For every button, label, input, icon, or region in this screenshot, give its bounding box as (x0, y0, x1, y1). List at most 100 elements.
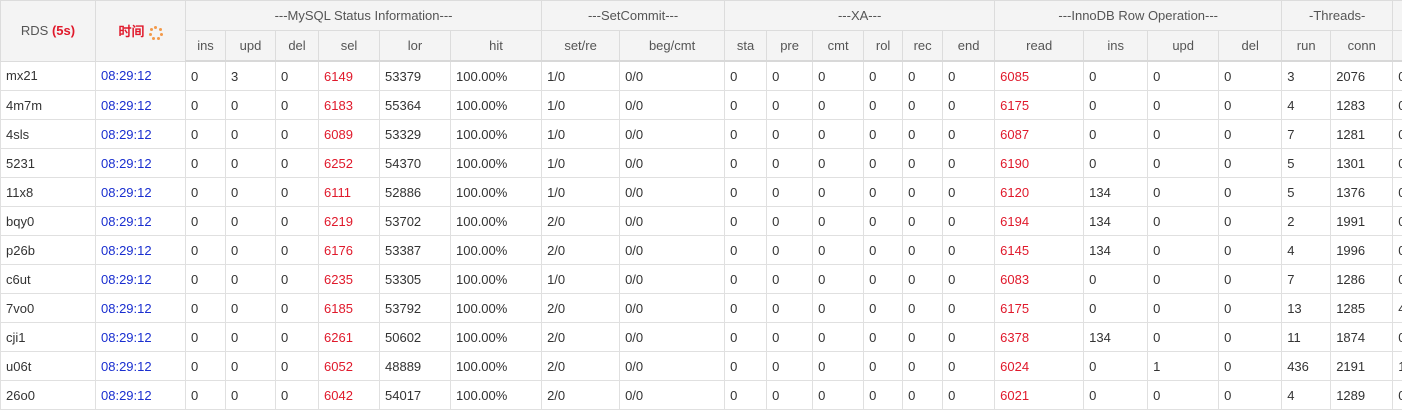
cell-lor: 53792 (379, 293, 451, 323)
cell-sta: 0 (724, 235, 768, 265)
cell-end: 0 (942, 90, 996, 120)
cell-rec: 0 (902, 380, 944, 410)
cell-ins: 0 (185, 235, 226, 265)
group-xa: ---XA--- (724, 0, 996, 31)
cell-hit: 100.00% (449, 90, 543, 120)
cell-set-re: 1/0 (541, 60, 621, 91)
cell-pre: 0 (766, 206, 814, 236)
cell-lor: 50602 (379, 322, 451, 352)
cell-ins: 0 (185, 177, 226, 207)
cell-rec: 0 (902, 264, 944, 294)
cell-truncated: 0 (1392, 235, 1402, 265)
cell-truncated: 0 (1392, 206, 1402, 236)
cell-read: 6378 (994, 322, 1085, 352)
refresh-interval[interactable]: (5s) (52, 23, 75, 38)
cell-del: 0 (1218, 351, 1283, 381)
cell-upd: 0 (1147, 235, 1220, 265)
cell-conn: 1301 (1330, 148, 1394, 178)
cell-pre: 0 (766, 264, 814, 294)
cell-beg-cmt: 0/0 (619, 264, 726, 294)
cell-run: 436 (1281, 351, 1332, 381)
cell-upd: 0 (1147, 60, 1220, 91)
column-header-upd: upd (225, 30, 276, 62)
cell-del: 0 (275, 380, 319, 410)
cell-cmt: 0 (812, 177, 865, 207)
column-header-sta: sta (724, 30, 768, 62)
cell-cmt: 0 (812, 351, 865, 381)
cell-beg-cmt: 0/0 (619, 119, 726, 149)
cell-upd: 0 (225, 351, 276, 381)
cell-ins: 0 (185, 322, 226, 352)
cell-sta: 0 (724, 351, 768, 381)
cell-end: 0 (942, 351, 996, 381)
cell-sta: 0 (724, 293, 768, 323)
rds-instance: cji1 (0, 322, 96, 352)
cell-sel: 6252 (318, 148, 380, 178)
cell-run: 13 (1281, 293, 1332, 323)
cell-pre: 0 (766, 235, 814, 265)
cell-ins: 0 (185, 293, 226, 323)
cell-lor: 55364 (379, 90, 451, 120)
cell-del: 0 (1218, 380, 1283, 410)
table-row: 7vo0 08:29:12 0 0 0 6185 53792 100.00% 2/0 0/0 0 0 0… (0, 293, 1402, 323)
cell-rol: 0 (863, 119, 904, 149)
cell-run: 3 (1281, 60, 1332, 91)
cell-pre: 0 (766, 380, 814, 410)
cell-sta: 0 (724, 322, 768, 352)
cell-hit: 100.00% (449, 380, 543, 410)
cell-run: 5 (1281, 148, 1332, 178)
time-cell: 08:29:12 (95, 90, 186, 120)
cell-cmt: 0 (812, 380, 865, 410)
cell-del: 0 (275, 351, 319, 381)
column-header-sel: sel (318, 30, 380, 62)
cell-sta: 0 (724, 90, 768, 120)
cell-beg-cmt: 0/0 (619, 206, 726, 236)
cell-upd: 0 (1147, 293, 1220, 323)
rds-instance: 11x8 (0, 177, 96, 207)
cell-read: 6145 (994, 235, 1085, 265)
cell-ins: 0 (185, 264, 226, 294)
cell-cmt: 0 (812, 90, 865, 120)
cell-end: 0 (942, 235, 996, 265)
cell-hit: 100.00% (449, 148, 543, 178)
cell-read: 6175 (994, 293, 1085, 323)
cell-ins: 0 (185, 90, 226, 120)
table-row: 4sls 08:29:12 0 0 0 6089 53329 100.00% 1/0 0/0 0 0 0… (0, 119, 1402, 149)
cell-hit: 100.00% (449, 60, 543, 91)
time-cell: 08:29:12 (95, 264, 186, 294)
rds-header[interactable]: RDS (5s) (0, 0, 96, 62)
cell-lor: 52886 (379, 177, 451, 207)
cell-upd: 0 (225, 235, 276, 265)
loading-spinner-icon (148, 25, 163, 40)
table-row: c6ut 08:29:12 0 0 0 6235 53305 100.00% 1/0 0/0 0 0 0… (0, 264, 1402, 294)
cell-upd: 0 (225, 380, 276, 410)
cell-rec: 0 (902, 60, 944, 91)
time-cell: 08:29:12 (95, 148, 186, 178)
cell-del: 0 (1218, 293, 1283, 323)
cell-ins: 0 (185, 380, 226, 410)
column-header-hit: hit (449, 30, 543, 62)
group-setcommit: ---SetCommit--- (541, 0, 726, 31)
cell-run: 5 (1281, 177, 1332, 207)
cell-set-re: 2/0 (541, 235, 621, 265)
cell-pre: 0 (766, 119, 814, 149)
cell-conn: 1376 (1330, 177, 1394, 207)
time-label: 时间 (118, 24, 145, 40)
rds-status-table-container: RDS (5s) 时间 ---MySQL Status Information-… (0, 0, 1402, 410)
cell-beg-cmt: 0/0 (619, 293, 726, 323)
cell-ins: 0 (1083, 90, 1149, 120)
cell-rec: 0 (902, 351, 944, 381)
column-header-lor: lor (379, 30, 451, 62)
cell-sel: 6089 (318, 119, 380, 149)
table-row: mx21 08:29:12 0 3 0 6149 53379 100.00% 1/0 0/0 0 0 0… (0, 60, 1402, 91)
cell-set-re: 1/0 (541, 148, 621, 178)
group-innodb-row: ---InnoDB Row Operation--- (994, 0, 1283, 31)
cell-rol: 0 (863, 264, 904, 294)
rds-instance: 4m7m (0, 90, 96, 120)
rds-instance: c6ut (0, 264, 96, 294)
column-header-ins: ins (1083, 30, 1149, 62)
cell-truncated: 0 (1392, 60, 1402, 91)
cell-ins: 0 (185, 351, 226, 381)
cell-del: 0 (1218, 148, 1283, 178)
cell-del: 0 (275, 206, 319, 236)
